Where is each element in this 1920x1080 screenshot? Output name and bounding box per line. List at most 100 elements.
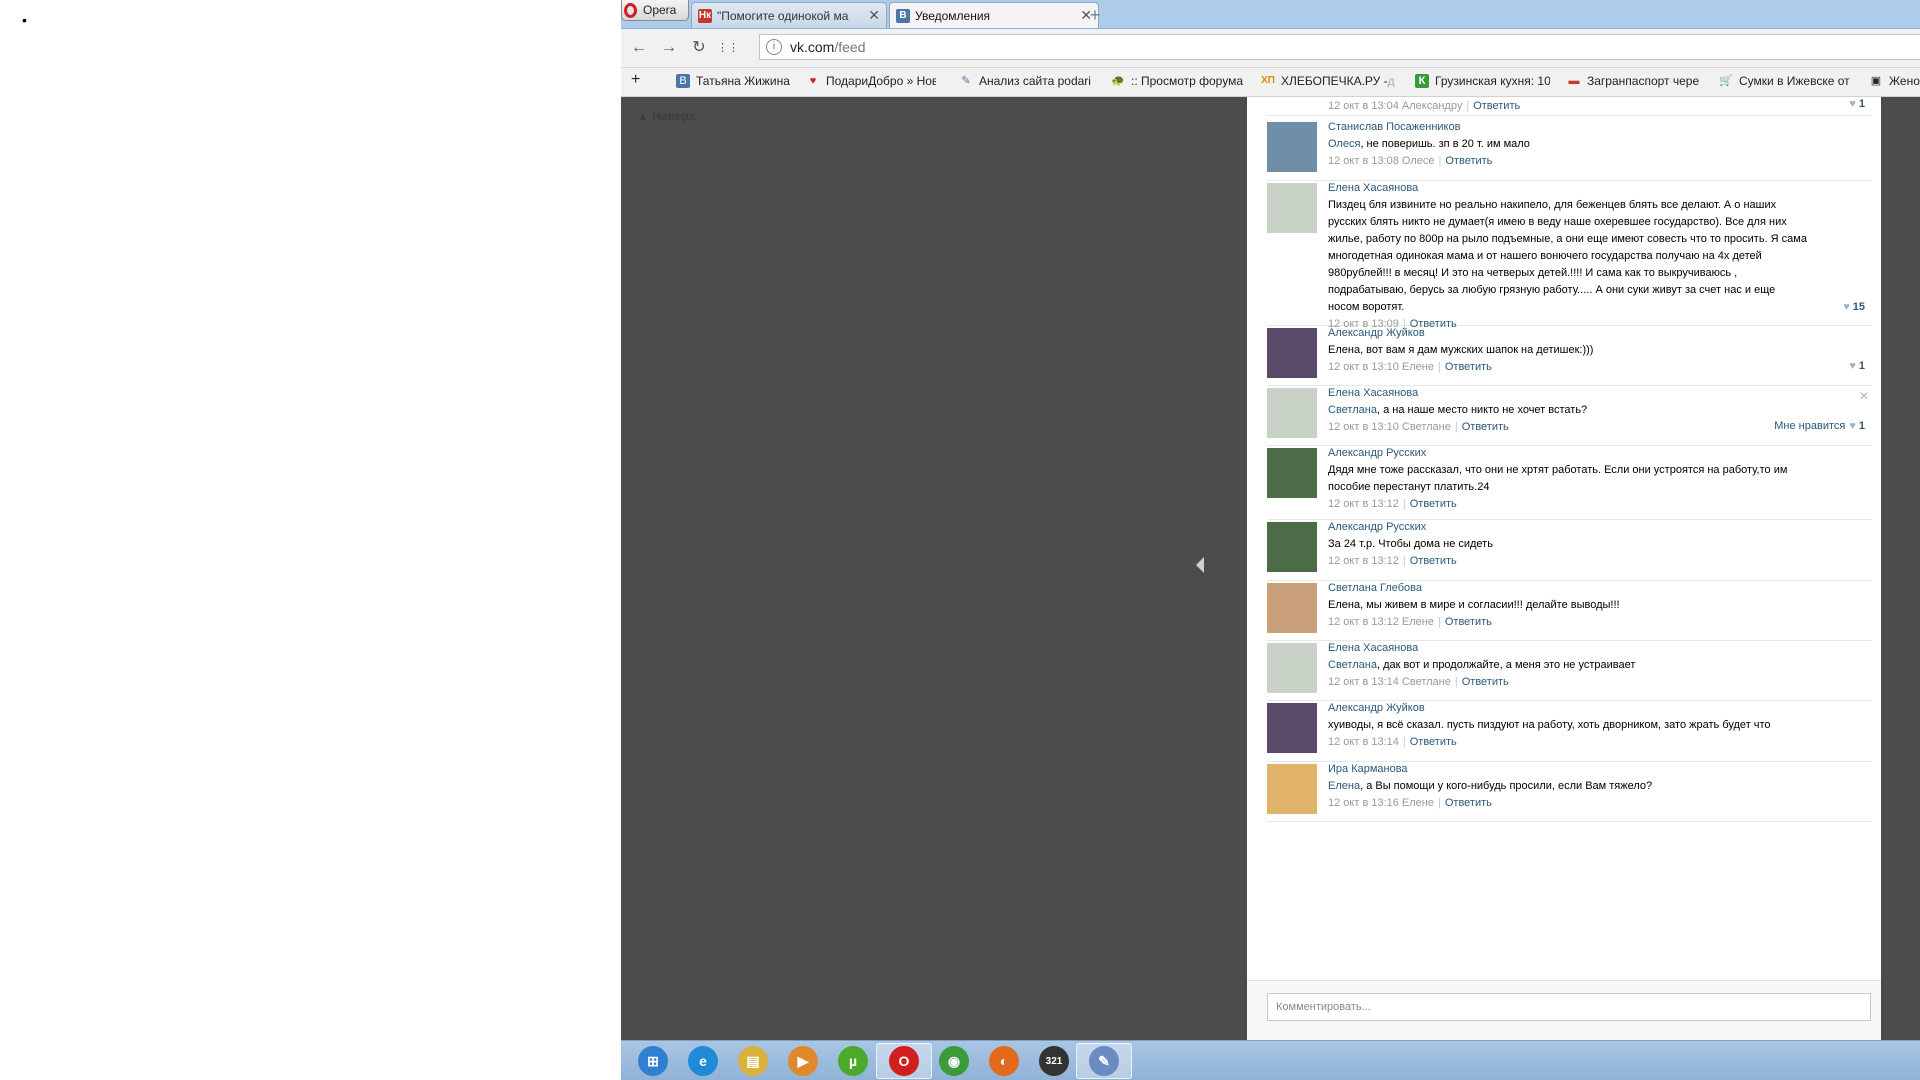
- comment-composer: Комментировать...: [1247, 980, 1881, 1041]
- bookmark-georgian-cuisine[interactable]: К Грузинская кухня: 10: [1415, 74, 1550, 88]
- comment-text: хуиводы, я всё сказал. пусть пиздуют на …: [1328, 717, 1808, 734]
- browser-window: Opera Нк "Помогите одинокой ма ✕ В Уведо…: [621, 0, 1920, 1080]
- avatar[interactable]: [1267, 643, 1317, 693]
- like-button[interactable]: Мне нравится ♥ 1: [1774, 420, 1865, 432]
- scroll-up-button[interactable]: ▲ Наверх: [637, 109, 695, 123]
- comment-author[interactable]: Александр Жуйков: [1328, 700, 1808, 717]
- comment-author[interactable]: Станислав Посаженников: [1328, 119, 1808, 136]
- reply-link[interactable]: Ответить: [1410, 498, 1457, 510]
- like-button[interactable]: ♥ 1: [1849, 360, 1865, 372]
- avatar[interactable]: [1267, 328, 1317, 378]
- avatar[interactable]: [1267, 703, 1317, 753]
- reply-link[interactable]: Ответить: [1462, 676, 1509, 688]
- reply-link[interactable]: Ответить: [1462, 421, 1509, 433]
- avatar[interactable]: [1267, 448, 1317, 498]
- reply-to-link[interactable]: Светлана: [1328, 659, 1377, 671]
- comment-input[interactable]: Комментировать...: [1267, 993, 1871, 1021]
- site-info-icon[interactable]: i: [766, 39, 782, 55]
- bookmark-site-analysis[interactable]: ✎ Анализ сайта podari: [959, 74, 1091, 88]
- start-button-taskbar-button[interactable]: ⊞: [625, 1043, 681, 1079]
- speed-dial-icon[interactable]: ⋮⋮: [717, 38, 739, 58]
- collapse-arrow-icon[interactable]: [1196, 557, 1204, 573]
- avatar[interactable]: [1267, 183, 1317, 233]
- comment-author[interactable]: Александр Русских: [1328, 445, 1808, 462]
- desktop-bullet: •: [22, 12, 27, 28]
- comments-panel: 12 окт в 13:04 Александру | Ответить ♥ 1 Ст…: [1247, 97, 1881, 1041]
- avatar[interactable]: [1267, 388, 1317, 438]
- analysis-icon: ✎: [961, 75, 971, 87]
- add-bookmark-button[interactable]: +: [631, 71, 640, 89]
- firefox-taskbar-button[interactable]: ◐: [976, 1043, 1032, 1079]
- reply-link[interactable]: Ответить: [1473, 100, 1520, 112]
- new-tab-button[interactable]: +: [1085, 5, 1105, 25]
- reply-to-link[interactable]: Елена: [1328, 780, 1360, 792]
- reply-link[interactable]: Ответить: [1445, 361, 1492, 373]
- like-button[interactable]: ♥ 1: [1849, 98, 1865, 110]
- separator: |: [1402, 555, 1406, 567]
- like-count: 1: [1858, 360, 1865, 372]
- opera-menu-button[interactable]: Opera: [621, 0, 689, 21]
- comment-author[interactable]: Елена Хасаянова: [1328, 180, 1808, 197]
- reply-link[interactable]: Ответить: [1445, 797, 1492, 809]
- media-player-classic-taskbar-button[interactable]: 321: [1026, 1043, 1082, 1079]
- bookmark-forum[interactable]: 🐢:: Просмотр форума: [1111, 74, 1253, 88]
- comment-meta: 12 окт в 13:12 | Ответить: [1328, 553, 1808, 570]
- reply-link[interactable]: Ответить: [1445, 155, 1492, 167]
- bookmark-women[interactable]: ▣ Жено: [1869, 74, 1920, 88]
- heart-icon: ♥: [1849, 98, 1856, 110]
- like-button[interactable]: ♥ 15: [1843, 301, 1865, 313]
- comment-item: Александр Жуйков Елена, вот вам я дам муж…: [1267, 325, 1871, 386]
- comment-meta: 12 окт в 13:14 Светлане | Ответить: [1328, 674, 1808, 691]
- comment-time: 12 окт в 13:12 Елене: [1328, 616, 1434, 628]
- start-button-icon: ⊞: [638, 1046, 668, 1076]
- comment-time: 12 окт в 13:14 Светлане: [1328, 676, 1451, 688]
- forward-icon[interactable]: →: [659, 38, 679, 58]
- avatar[interactable]: [1267, 764, 1317, 814]
- url-path: /feed: [834, 39, 866, 55]
- back-icon[interactable]: ←: [629, 38, 649, 58]
- comment-body: Дядя мне тоже рассказал, что они не хртя…: [1328, 464, 1788, 493]
- opera-icon: O: [889, 1046, 919, 1076]
- comment-author[interactable]: Ира Карманова: [1328, 761, 1808, 778]
- reply-to-link[interactable]: Светлана: [1328, 404, 1377, 416]
- tab-close-icon[interactable]: ✕: [868, 7, 880, 24]
- comment-author[interactable]: Елена Хасаянова: [1328, 640, 1808, 657]
- tab-notifications[interactable]: В Уведомления ✕: [889, 2, 1099, 28]
- navigation-bar: ← → ↻ ⋮⋮ i vk.com/feed: [621, 29, 1920, 68]
- comment-text: Пиздец бля извините но реально накипело,…: [1328, 197, 1808, 316]
- chrome-taskbar-button[interactable]: ◉: [926, 1043, 982, 1079]
- russia-flag-icon: ▬: [1568, 75, 1580, 87]
- cart-icon: 🛒: [1719, 75, 1733, 87]
- bookmark-passport[interactable]: ▬ Загранпаспорт чере: [1567, 74, 1702, 88]
- bookmark-bags[interactable]: 🛒 Сумки в Ижевске от: [1719, 74, 1859, 88]
- comment-meta: 12 окт в 13:12 | Ответить: [1328, 496, 1808, 513]
- internet-explorer-taskbar-button[interactable]: e: [675, 1043, 731, 1079]
- reply-link[interactable]: Ответить: [1410, 736, 1457, 748]
- avatar[interactable]: [1267, 522, 1317, 572]
- avatar[interactable]: [1267, 583, 1317, 633]
- comment-author[interactable]: Александр Русских: [1328, 519, 1808, 536]
- tab-help-mother[interactable]: Нк "Помогите одинокой ма ✕: [691, 2, 887, 28]
- comment-author[interactable]: Елена Хасаянова: [1328, 385, 1808, 402]
- comment-text: Елена, вот вам я дам мужских шапок на де…: [1328, 342, 1808, 359]
- utorrent-taskbar-button[interactable]: µ: [825, 1043, 881, 1079]
- media-player-taskbar-button[interactable]: ▶: [775, 1043, 831, 1079]
- reply-link[interactable]: Ответить: [1445, 616, 1492, 628]
- tab-bar: Opera Нк "Помогите одинокой ма ✕ В Уведо…: [621, 0, 1920, 29]
- comment-author[interactable]: Светлана Глебова: [1328, 580, 1808, 597]
- address-bar[interactable]: i vk.com/feed: [759, 34, 1920, 60]
- paint-taskbar-button[interactable]: ✎: [1076, 1043, 1132, 1079]
- reply-link[interactable]: Ответить: [1410, 555, 1457, 567]
- avatar[interactable]: [1267, 122, 1317, 172]
- bookmark-podaridobro[interactable]: ♥ ПодариДобро » Нов: [806, 74, 936, 88]
- reload-icon[interactable]: ↻: [689, 38, 709, 58]
- delete-comment-icon[interactable]: ✕: [1859, 389, 1869, 403]
- page-icon: ▣: [1870, 75, 1882, 87]
- bookmark-hlebopechka[interactable]: ХП ХЛЕБОПЕЧКА.РУ - д: [1261, 74, 1397, 88]
- comment-item: Светлана Глебова Елена, мы живем в мире и…: [1267, 580, 1871, 641]
- comment-author[interactable]: Александр Жуйков: [1328, 325, 1808, 342]
- reply-to-link[interactable]: Олеся: [1328, 138, 1360, 150]
- opera-taskbar-button[interactable]: O: [876, 1043, 932, 1079]
- explorer-folder-taskbar-button[interactable]: ▤: [725, 1043, 781, 1079]
- bookmark-tatyana[interactable]: В Татьяна Жижина: [676, 74, 790, 88]
